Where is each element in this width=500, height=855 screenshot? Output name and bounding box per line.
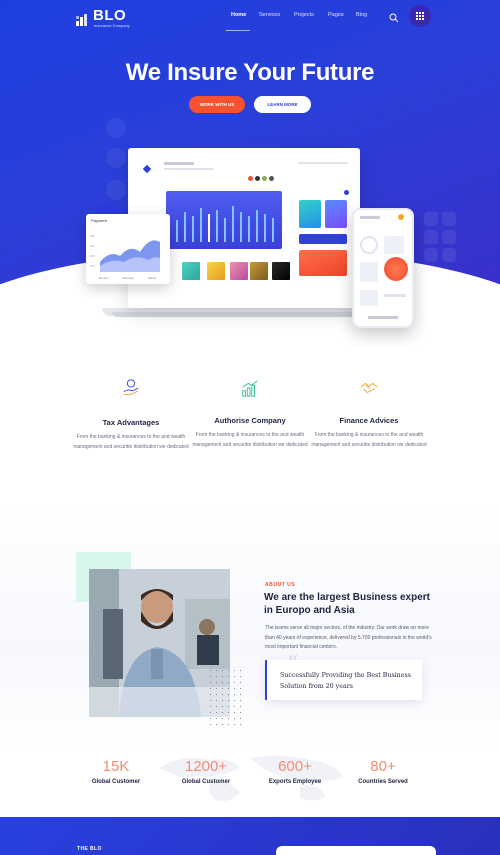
feature-text: From the banking & insurances to the and… (192, 432, 308, 448)
stat-label: Exports Employee (268, 779, 322, 785)
stat-value: 15K (102, 758, 130, 775)
grid-menu-icon[interactable] (409, 5, 431, 27)
popup-y-label: 400 (90, 234, 96, 238)
popup-y-label: 300 (90, 244, 96, 248)
mockup-add-icon (344, 190, 349, 195)
mockup-header-line (164, 162, 194, 165)
mockup-card-bar (299, 234, 347, 244)
nav-pages[interactable]: Pages (328, 12, 344, 18)
hero-title: We Insure Your Future (125, 59, 375, 86)
popup-y-label: 200 (90, 254, 96, 258)
mockup-logo-icon (142, 164, 152, 174)
mockup-avatars (248, 176, 278, 182)
bottom-label: THE BLO (77, 846, 102, 852)
mockup-card-teal (299, 200, 321, 228)
work-with-us-button[interactable]: WORK WITH US (189, 96, 245, 113)
learn-more-button[interactable]: LEARN MORE (254, 96, 311, 113)
popup-axis-label: February (122, 276, 135, 280)
feature-text: From the banking & insurances to the and… (73, 434, 189, 450)
stat-value: 80+ (370, 758, 396, 775)
top-navigation: BLO Insurance Company Home Services Proj… (0, 0, 500, 34)
stat-label: Global Customer (91, 779, 141, 785)
nav-blog[interactable]: Blog (356, 12, 367, 18)
search-icon[interactable] (389, 10, 399, 23)
about-dots-decoration (210, 670, 244, 726)
stat-label: Countries Served (358, 779, 408, 785)
nav-services[interactable]: Services (259, 12, 280, 18)
feature-text: From the banking & insurances to the and… (311, 432, 427, 448)
nav-projects[interactable]: Projects (294, 12, 314, 18)
hero-decoration-grid (424, 212, 474, 272)
bottom-card (276, 846, 436, 855)
popup-y-label: 100 (90, 264, 96, 268)
world-map-decoration (160, 755, 342, 801)
about-title: We are the largest Business expert in Eu… (264, 592, 430, 616)
about-photo (89, 569, 230, 717)
payment-chart-popup: Payment January February March 400 300 2… (86, 214, 170, 284)
nav-home[interactable]: Home (231, 12, 246, 18)
handshake-icon (360, 382, 378, 394)
phone-progress-ring (384, 257, 408, 281)
about-label: ABOUT US (265, 582, 296, 588)
about-text: The teams serve all major sectors, of th… (265, 625, 432, 650)
popup-axis-label: March (148, 276, 157, 280)
quote-text: Successfully Providing the Best Business… (280, 672, 411, 690)
stat-value: 600+ (278, 758, 312, 775)
popup-area-chart (100, 240, 160, 272)
mockup-card-orange (299, 250, 347, 276)
active-nav-underline (226, 30, 250, 31)
mockup-card-violet (325, 200, 347, 228)
mockup-header-line (164, 168, 214, 170)
hand-coin-icon (123, 379, 139, 395)
stat-label: Global Customer (181, 779, 231, 785)
growth-chart-icon (242, 380, 258, 397)
mockup-header-line (298, 162, 348, 164)
stat-value: 1200+ (184, 758, 228, 775)
popup-axis-label: January (98, 276, 109, 280)
laptop-stand (112, 312, 382, 317)
feature-title: Finance Advices (339, 416, 399, 425)
